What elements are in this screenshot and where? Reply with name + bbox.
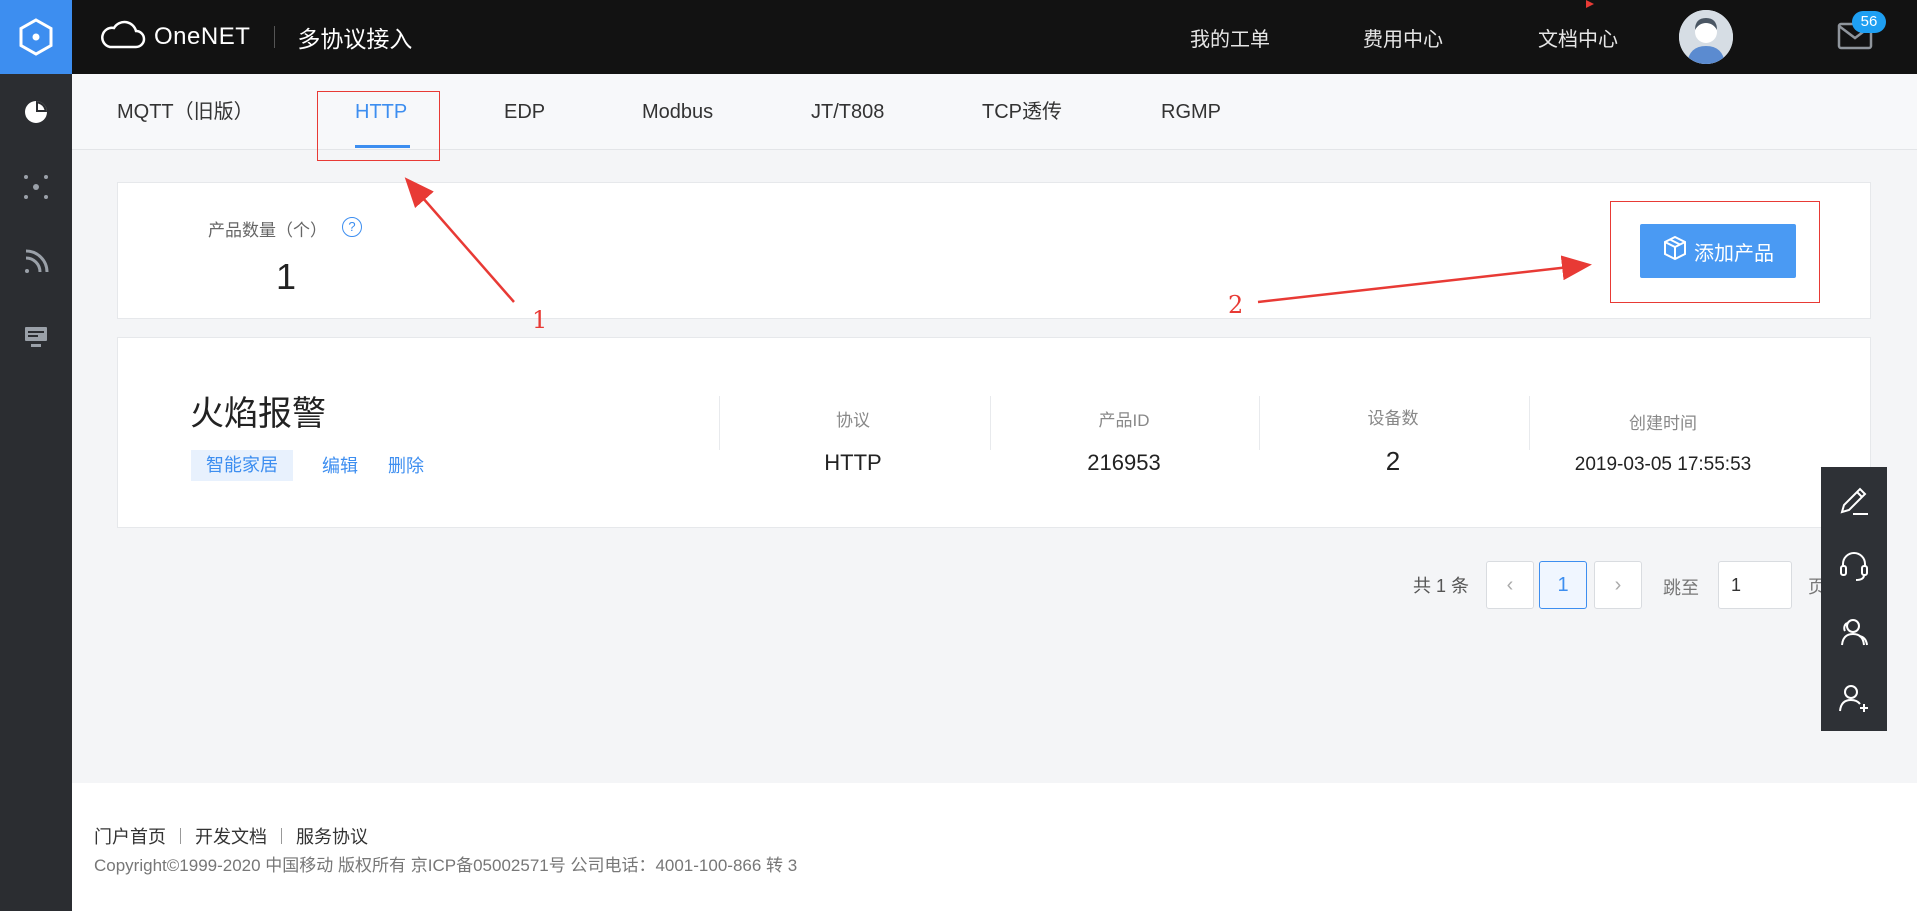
- section-title: 多协议接入: [297, 26, 413, 52]
- chevron-right-icon: ›: [1614, 573, 1622, 596]
- help-icon[interactable]: ?: [342, 217, 362, 237]
- product-category-tag: 智能家居: [191, 450, 293, 481]
- tab-jtt808[interactable]: JT/T808: [811, 74, 884, 150]
- brand-divider: [274, 26, 276, 48]
- edit-link[interactable]: 编辑: [322, 452, 358, 478]
- floating-toolbar: [1821, 467, 1887, 731]
- annotation-box-http-tab: [317, 91, 440, 161]
- copyright: Copyright©1999-2020 中国移动 版权所有 京ICP备05002…: [94, 856, 798, 875]
- edit-icon[interactable]: [1821, 467, 1887, 533]
- footer: 门户首页 开发文档 服务协议 Copyright©1999-2020 中国移动 …: [72, 783, 1917, 911]
- product-name[interactable]: 火焰报警: [190, 386, 326, 435]
- annotation-label-1: 1: [532, 306, 548, 334]
- device-count-header: 设备数: [1367, 409, 1419, 428]
- page-1-button[interactable]: 1: [1539, 561, 1587, 609]
- top-bar: OneNET 多协议接入 我的工单 费用中心 文档中心: [72, 0, 1917, 74]
- logo-hexagon-icon[interactable]: [0, 0, 72, 74]
- tab-rgmp[interactable]: RGMP: [1161, 74, 1221, 150]
- pie-chart-icon[interactable]: [0, 74, 72, 149]
- footer-link-home[interactable]: 门户首页: [94, 823, 166, 849]
- tab-mqtt-legacy[interactable]: MQTT（旧版）: [117, 74, 254, 150]
- product-count-label: 产品数量（个）: [208, 221, 327, 240]
- tab-modbus[interactable]: Modbus: [642, 74, 713, 150]
- prev-page-button[interactable]: ‹: [1486, 561, 1534, 609]
- column-divider: [1529, 396, 1530, 450]
- footer-link-service-agreement[interactable]: 服务协议: [296, 823, 368, 849]
- tab-tcp-transparent[interactable]: TCP透传: [982, 74, 1062, 150]
- column-divider: [990, 396, 991, 450]
- protocol-value: HTTP: [824, 450, 882, 475]
- created-time-value: 2019-03-05 17:55:53: [1574, 454, 1752, 475]
- footer-divider: [281, 828, 282, 844]
- chevron-left-icon: ‹: [1506, 573, 1514, 596]
- users-icon[interactable]: [1821, 599, 1887, 665]
- protocol-header: 协议: [836, 411, 870, 430]
- network-nodes-icon[interactable]: [0, 149, 72, 224]
- rss-icon[interactable]: [0, 224, 72, 299]
- jump-page-input[interactable]: 1: [1718, 561, 1792, 609]
- jump-to-label: 跳至: [1663, 578, 1699, 598]
- pagination-total: 共 1 条: [1413, 576, 1470, 596]
- add-user-icon[interactable]: [1821, 665, 1887, 731]
- delete-link[interactable]: 删除: [388, 452, 424, 478]
- column-divider: [719, 396, 720, 450]
- footer-links: 门户首页 开发文档 服务协议: [94, 823, 368, 849]
- nav-docs-center[interactable]: 文档中心: [1538, 0, 1618, 74]
- brand-name: OneNET: [154, 23, 251, 50]
- left-sidebar: [0, 0, 72, 911]
- stats-card: [117, 182, 1871, 319]
- product-count-value: 1: [276, 256, 297, 297]
- created-time-header: 创建时间: [1629, 414, 1697, 433]
- product-id-value: 216953: [1087, 450, 1161, 475]
- footer-divider: [180, 828, 181, 844]
- brand[interactable]: OneNET 多协议接入: [98, 0, 412, 74]
- annotation-arrow-tip: [1586, 0, 1594, 8]
- mail-badge: 56: [1852, 11, 1886, 33]
- annotation-box-add-product: [1610, 201, 1820, 303]
- product-id-header: 产品ID: [1098, 411, 1150, 430]
- annotation-label-2: 2: [1228, 291, 1244, 319]
- next-page-button[interactable]: ›: [1594, 561, 1642, 609]
- device-count-value: 2: [1385, 446, 1401, 476]
- column-divider: [1259, 396, 1260, 450]
- footer-link-dev-docs[interactable]: 开发文档: [195, 823, 267, 849]
- nav-my-tickets[interactable]: 我的工单: [1190, 0, 1270, 74]
- cloud-logo-icon: [98, 20, 146, 55]
- nav-billing-center[interactable]: 费用中心: [1363, 0, 1443, 74]
- avatar[interactable]: [1679, 10, 1733, 64]
- monitor-icon[interactable]: [0, 299, 72, 374]
- headset-icon[interactable]: [1821, 533, 1887, 599]
- tab-edp[interactable]: EDP: [504, 74, 545, 150]
